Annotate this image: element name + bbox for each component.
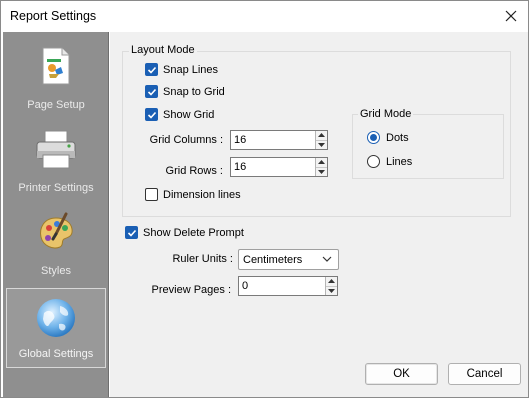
preview-pages-label: Preview Pages :	[151, 284, 231, 296]
check-icon	[145, 63, 158, 76]
check-icon	[145, 108, 158, 121]
grid-columns-spinner[interactable]	[230, 130, 328, 150]
spin-up-icon[interactable]	[315, 131, 327, 140]
sidebar-item-label: Styles	[41, 265, 71, 277]
show-delete-prompt-checkbox[interactable]: Show Delete Prompt	[125, 226, 244, 239]
radio-icon	[367, 155, 380, 168]
snap-lines-checkbox[interactable]: Snap Lines	[145, 63, 218, 76]
show-grid-label: Show Grid	[163, 108, 215, 121]
snap-lines-label: Snap Lines	[163, 63, 219, 76]
grid-mode-dots-radio[interactable]: Dots	[367, 131, 409, 144]
show-delete-prompt-label: Show Delete Prompt	[143, 226, 244, 239]
layout-mode-legend: Layout Mode	[129, 44, 197, 56]
dots-label: Dots	[386, 131, 409, 144]
page-setup-icon	[40, 46, 72, 89]
cancel-button[interactable]: Cancel	[448, 363, 521, 385]
show-grid-checkbox[interactable]: Show Grid	[145, 108, 214, 121]
window-title: Report Settings	[10, 9, 97, 23]
dimension-lines-checkbox[interactable]: Dimension lines	[145, 188, 241, 201]
spin-down-icon[interactable]	[325, 285, 337, 295]
globe-icon	[35, 297, 77, 342]
ruler-units-select[interactable]: Centimeters	[238, 249, 339, 270]
sidebar-item-printer-settings[interactable]: Printer Settings	[6, 121, 106, 201]
check-icon	[145, 85, 158, 98]
preview-pages-spinner[interactable]	[238, 276, 338, 296]
title-bar: Report Settings	[1, 1, 528, 31]
report-settings-window: Report Settings Page Setup Printer Setti…	[0, 0, 529, 398]
snap-to-grid-label: Snap to Grid	[163, 85, 225, 98]
ruler-units-value: Centimeters	[243, 253, 303, 266]
grid-columns-label: Grid Columns :	[149, 134, 223, 146]
sidebar-item-styles[interactable]: Styles	[6, 204, 106, 284]
grid-mode-lines-radio[interactable]: Lines	[367, 155, 412, 168]
radio-selected-icon	[367, 131, 380, 144]
spin-down-icon[interactable]	[315, 166, 327, 176]
lines-label: Lines	[386, 155, 413, 168]
grid-mode-group	[352, 114, 504, 179]
printer-icon	[34, 129, 78, 174]
grid-columns-input[interactable]	[231, 131, 315, 149]
ruler-units-label: Ruler Units :	[172, 253, 233, 265]
grid-rows-label: Grid Rows :	[165, 165, 223, 177]
preview-pages-input[interactable]	[239, 277, 325, 295]
close-icon[interactable]	[494, 1, 528, 31]
sidebar-item-global-settings[interactable]: Global Settings	[6, 288, 106, 368]
checkbox-box	[145, 188, 158, 201]
chevron-down-icon	[322, 254, 332, 267]
settings-sidebar: Page Setup Printer Settings Styles Globa…	[3, 32, 109, 397]
palette-icon	[36, 212, 76, 257]
grid-mode-legend: Grid Mode	[358, 108, 414, 120]
grid-rows-spinner[interactable]	[230, 157, 328, 177]
spin-up-icon[interactable]	[325, 277, 337, 286]
spin-down-icon[interactable]	[315, 139, 327, 149]
ok-button[interactable]: OK	[365, 363, 438, 385]
spin-up-icon[interactable]	[315, 158, 327, 167]
snap-to-grid-checkbox[interactable]: Snap to Grid	[145, 85, 225, 98]
sidebar-item-label: Page Setup	[27, 99, 85, 111]
grid-rows-input[interactable]	[231, 158, 315, 176]
check-icon	[125, 226, 138, 239]
dimension-lines-label: Dimension lines	[163, 188, 241, 201]
sidebar-item-label: Global Settings	[18, 348, 94, 360]
sidebar-item-label: Printer Settings	[18, 182, 94, 194]
settings-panel: Layout Mode Snap Lines Snap to Grid Show…	[110, 32, 528, 397]
sidebar-item-page-setup[interactable]: Page Setup	[6, 38, 106, 118]
